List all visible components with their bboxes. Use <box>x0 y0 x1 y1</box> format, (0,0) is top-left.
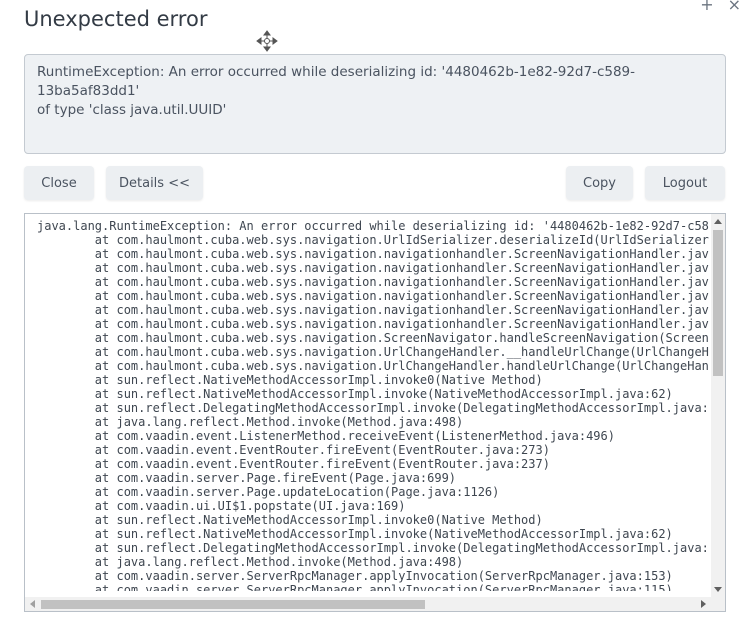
copy-button[interactable]: Copy <box>566 166 633 200</box>
window-controls: + × <box>700 0 741 13</box>
dialog-title: Unexpected error <box>24 7 208 31</box>
scrollbar-corner <box>711 597 725 611</box>
error-message: RuntimeException: An error occurred whil… <box>24 54 726 154</box>
stack-trace-panel[interactable]: java.lang.RuntimeException: An error occ… <box>24 213 726 612</box>
stack-trace-line: at com.haulmont.cuba.web.sys.navigation.… <box>37 247 709 261</box>
stack-trace-line: at sun.reflect.NativeMethodAccessorImpl.… <box>37 387 673 401</box>
close-button[interactable]: Close <box>24 166 94 200</box>
details-button[interactable]: Details << <box>106 166 203 200</box>
plus-icon[interactable]: + <box>700 0 713 13</box>
stack-trace-line: at com.vaadin.server.Page.updateLocation… <box>37 485 500 499</box>
vertical-scroll-thumb[interactable] <box>713 230 723 376</box>
stack-trace-line: at com.haulmont.cuba.web.sys.navigation.… <box>37 359 709 373</box>
stack-trace-line: at com.haulmont.cuba.web.sys.navigation.… <box>37 317 709 331</box>
stack-trace-line: at sun.reflect.DelegatingMethodAccessorI… <box>37 401 709 415</box>
stack-trace-line: at com.haulmont.cuba.web.sys.navigation.… <box>37 261 709 275</box>
stack-trace-line: at sun.reflect.NativeMethodAccessorImpl.… <box>37 513 543 527</box>
scroll-down-icon[interactable] <box>714 587 722 592</box>
stack-trace-line: java.lang.RuntimeException: An error occ… <box>37 219 709 233</box>
stack-trace-line: at com.haulmont.cuba.web.sys.navigation.… <box>37 303 709 317</box>
stack-trace-line: at com.haulmont.cuba.web.sys.navigation.… <box>37 289 709 303</box>
scroll-left-icon[interactable] <box>30 600 35 608</box>
move-icon[interactable] <box>256 30 278 52</box>
stack-trace-line: at com.haulmont.cuba.web.sys.navigation.… <box>37 233 709 247</box>
horizontal-scrollbar[interactable] <box>25 597 711 611</box>
stack-trace-text[interactable]: java.lang.RuntimeException: An error occ… <box>37 219 709 591</box>
stack-trace-line: at com.vaadin.event.EventRouter.fireEven… <box>37 457 550 471</box>
stack-trace-line: at com.vaadin.server.ServerRpcManager.ap… <box>37 583 673 591</box>
close-icon[interactable]: × <box>728 0 741 13</box>
stack-trace-line: at sun.reflect.NativeMethodAccessorImpl.… <box>37 373 543 387</box>
stack-trace-line: at sun.reflect.NativeMethodAccessorImpl.… <box>37 527 673 541</box>
stack-trace-line: at com.vaadin.server.ServerRpcManager.ap… <box>37 569 673 583</box>
stack-trace-line: at com.vaadin.ui.UI$1.popstate(UI.java:1… <box>37 499 406 513</box>
scroll-up-icon[interactable] <box>714 219 722 224</box>
stack-trace-line: at java.lang.reflect.Method.invoke(Metho… <box>37 555 464 569</box>
stack-trace-line: at java.lang.reflect.Method.invoke(Metho… <box>37 415 464 429</box>
stack-trace-line: at com.vaadin.event.EventRouter.fireEven… <box>37 443 550 457</box>
horizontal-scroll-thumb[interactable] <box>41 600 425 609</box>
stack-trace-line: at com.haulmont.cuba.web.sys.navigation.… <box>37 345 709 359</box>
stack-trace-line: at com.vaadin.event.ListenerMethod.recei… <box>37 429 615 443</box>
stack-trace-line: at com.haulmont.cuba.web.sys.navigation.… <box>37 275 709 289</box>
scroll-right-icon[interactable] <box>701 600 706 608</box>
stack-trace-line: at com.vaadin.server.Page.fireEvent(Page… <box>37 471 457 485</box>
vertical-scrollbar[interactable] <box>711 214 725 597</box>
logout-button[interactable]: Logout <box>645 166 725 200</box>
stack-trace-line: at sun.reflect.DelegatingMethodAccessorI… <box>37 541 709 555</box>
stack-trace-line: at com.haulmont.cuba.web.sys.navigation.… <box>37 331 709 345</box>
